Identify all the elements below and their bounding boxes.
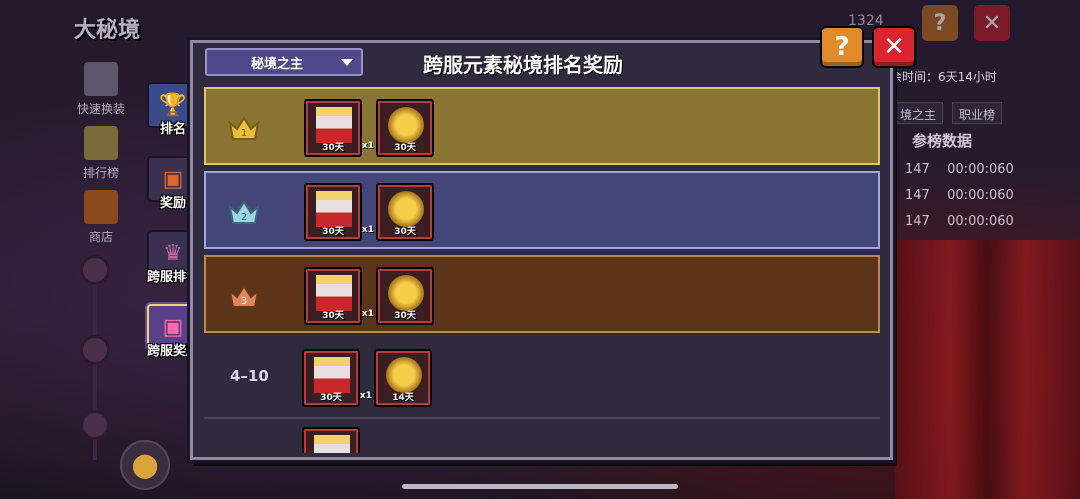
shop-label: 商店 — [88, 230, 113, 244]
background-close-icon: ✕ — [974, 5, 1010, 41]
background-row-time: 00:00:060 — [947, 162, 1014, 177]
chevron-down-icon — [341, 59, 353, 66]
path-node — [80, 410, 110, 440]
golden-medal-icon — [386, 357, 422, 393]
rank-number: 3 — [241, 296, 247, 307]
reward-row: 1 30天 x1 30天 — [204, 87, 880, 165]
item-duration: 30天 — [394, 227, 416, 237]
path-node — [80, 335, 110, 365]
modal-header: 秘境之主 跨服元素秘境排名奖励 — [193, 43, 890, 85]
golden-medal-icon — [388, 275, 424, 311]
item-duration: 30天 — [394, 143, 416, 153]
reward-row: 3 30天 x1 30天 — [204, 255, 880, 333]
question-mark-icon: ? — [834, 32, 850, 62]
category-dropdown[interactable]: 秘境之主 — [205, 48, 363, 76]
golden-medal-icon — [388, 191, 424, 227]
swap-gear-icon — [84, 62, 118, 96]
stage-curtain — [895, 240, 1080, 499]
reward-item[interactable]: 14天 — [374, 349, 432, 407]
background-row: 147 00:00:060 — [905, 162, 1014, 177]
champion-costume-icon — [316, 107, 352, 143]
background-row-time: 00:00:060 — [947, 214, 1014, 229]
close-icon: ✕ — [883, 32, 905, 62]
modal-title: 跨服元素秘境排名奖励 — [423, 53, 623, 77]
background-score: 1324 — [848, 13, 884, 29]
reward-row — [204, 423, 880, 453]
rank-number: 2 — [241, 212, 247, 223]
reward-item[interactable]: 30天 x1 — [304, 267, 374, 325]
reward-item[interactable]: 30天 — [376, 183, 434, 241]
item-duration: 30天 — [322, 143, 344, 153]
rank-range: 4–10 — [230, 367, 269, 385]
dropdown-value: 秘境之主 — [251, 56, 304, 72]
shop-tool: 商店 — [70, 190, 132, 245]
background-row-time: 00:00:060 — [947, 188, 1014, 203]
champion-costume-icon — [314, 435, 350, 453]
item-duration: 30天 — [394, 311, 416, 321]
item-duration: 30天 — [320, 393, 342, 403]
help-button[interactable]: ? — [822, 28, 862, 66]
reward-item[interactable]: 30天 — [376, 267, 434, 325]
reward-row: 4–10 30天 x1 14天 — [204, 339, 880, 419]
item-quantity: x1 — [359, 391, 372, 401]
quick-swap-label: 快速换装 — [76, 102, 125, 116]
map-pin-icon: ⬤ — [120, 440, 170, 490]
reward-item[interactable]: 30天 — [376, 99, 434, 157]
item-duration: 30天 — [322, 311, 344, 321]
rank-number: 1 — [241, 128, 247, 139]
crown-rank-icon: 2 — [228, 199, 260, 224]
reward-list[interactable]: 1 30天 x1 30天 2 30天 x1 30天 3 30天 x1 30天 4… — [204, 87, 880, 453]
leaderboard-tool: 排行榜 — [70, 126, 132, 181]
reward-item[interactable]: 30天 x1 — [304, 99, 374, 157]
quick-swap-tool: 快速换装 — [70, 62, 132, 117]
background-help-icon: ? — [922, 5, 958, 41]
item-quantity: x1 — [361, 141, 374, 151]
path-node — [80, 255, 110, 285]
background-tab: 境之主 — [893, 102, 944, 124]
background-tab: 职业榜 — [952, 102, 1003, 124]
trophy-icon — [84, 126, 118, 160]
champion-costume-icon — [314, 357, 350, 393]
item-quantity: x1 — [361, 309, 374, 319]
background-row-count: 147 — [905, 214, 930, 229]
crown-rank-icon: 3 — [228, 283, 260, 308]
reward-modal: 秘境之主 跨服元素秘境排名奖励 1 30天 x1 30天 2 30天 x1 30… — [190, 40, 893, 460]
champion-costume-icon — [316, 275, 352, 311]
item-quantity: x1 — [361, 225, 374, 235]
background-row: 147 00:00:060 — [905, 188, 1014, 203]
reward-row: 2 30天 x1 30天 — [204, 171, 880, 249]
background-row-count: 147 — [905, 162, 930, 177]
close-button[interactable]: ✕ — [874, 28, 914, 66]
reward-item[interactable]: 30天 x1 — [304, 183, 374, 241]
background-title: 大秘境 — [74, 18, 141, 43]
crown-rank-icon: 1 — [228, 115, 260, 140]
reward-item[interactable]: 30天 x1 — [302, 349, 372, 407]
background-header: 参榜数据 — [912, 132, 973, 150]
champion-costume-icon — [316, 191, 352, 227]
background-row-count: 147 — [905, 188, 930, 203]
reward-item[interactable] — [302, 427, 360, 453]
shop-icon — [84, 190, 118, 224]
home-indicator[interactable] — [402, 484, 678, 489]
golden-medal-icon — [388, 107, 424, 143]
background-timer: 余时间：6天14小时 — [890, 70, 997, 84]
background-row: 147 00:00:060 — [905, 214, 1014, 229]
leaderboard-label: 排行榜 — [82, 166, 119, 180]
item-duration: 14天 — [392, 393, 414, 403]
item-duration: 30天 — [322, 227, 344, 237]
